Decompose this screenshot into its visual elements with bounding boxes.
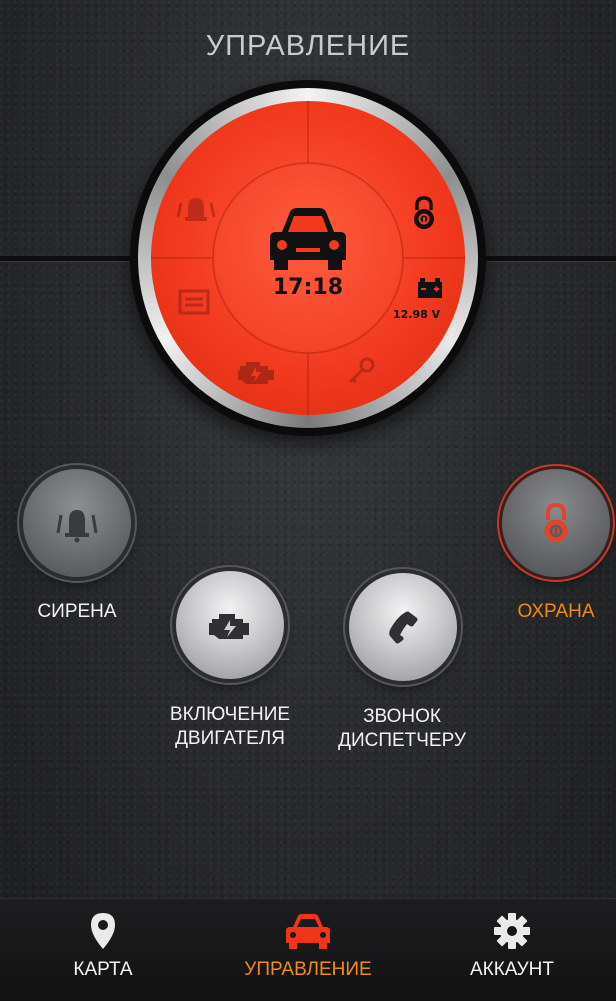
- phone-icon: [389, 611, 418, 644]
- engine-start-label-line2: ДВИГАТЕЛЯ: [175, 728, 285, 749]
- divider-right: [476, 256, 616, 261]
- call-dispatcher-label-line2: ДИСПЕТЧЕРУ: [338, 730, 466, 751]
- tab-account-label: АККАУНТ: [469, 959, 555, 980]
- tab-map-label: КАРТА: [73, 959, 133, 980]
- guard-label: ОХРАНА: [517, 601, 595, 622]
- page-title: УПРАВЛЕНИЕ: [205, 30, 411, 62]
- siren-label: СИРЕНА: [37, 601, 117, 622]
- tab-control-label: УПРАВЛЕНИЕ: [244, 959, 372, 980]
- siren-button[interactable]: [23, 469, 131, 577]
- status-dial[interactable]: 12.98 V 17:18: [151, 101, 465, 415]
- engine-start-label: ВКЛЮЧЕНИЕ ДВИГАТЕЛЯ: [150, 703, 310, 751]
- siren-icon[interactable]: [171, 189, 221, 229]
- call-dispatcher-button[interactable]: [349, 573, 457, 681]
- divider-left: [0, 256, 140, 261]
- tab-account[interactable]: АККАУНТ: [452, 899, 572, 1001]
- lock-status-icon[interactable]: [409, 193, 439, 233]
- gear-icon: [494, 913, 530, 949]
- bottom-navigation: КАРТА УПРАВЛЕНИЕ АККАУНТ: [0, 898, 616, 1001]
- call-dispatcher-label-line1: ЗВОНОК: [363, 706, 441, 727]
- car-icon: [258, 204, 358, 274]
- engine-status-icon[interactable]: [231, 351, 281, 391]
- map-pin-icon: [91, 913, 115, 949]
- tab-control[interactable]: УПРАВЛЕНИЕ: [228, 899, 388, 1001]
- lock-icon: [544, 502, 568, 543]
- call-dispatcher-label: ЗВОНОК ДИСПЕТЧЕРУ: [322, 705, 482, 753]
- car-icon: [286, 914, 330, 949]
- guard-button[interactable]: [502, 469, 610, 577]
- siren-icon: [56, 510, 98, 543]
- battery-voltage: 12.98 V: [393, 308, 441, 321]
- tab-map[interactable]: КАРТА: [43, 899, 163, 1001]
- engine-start-label-line1: ВКЛЮЧЕНИЕ: [169, 704, 291, 725]
- key-icon[interactable]: [341, 353, 381, 389]
- dial-time: 17:18: [272, 275, 344, 300]
- engine-start-button[interactable]: [176, 571, 284, 679]
- engine-icon: [209, 614, 249, 639]
